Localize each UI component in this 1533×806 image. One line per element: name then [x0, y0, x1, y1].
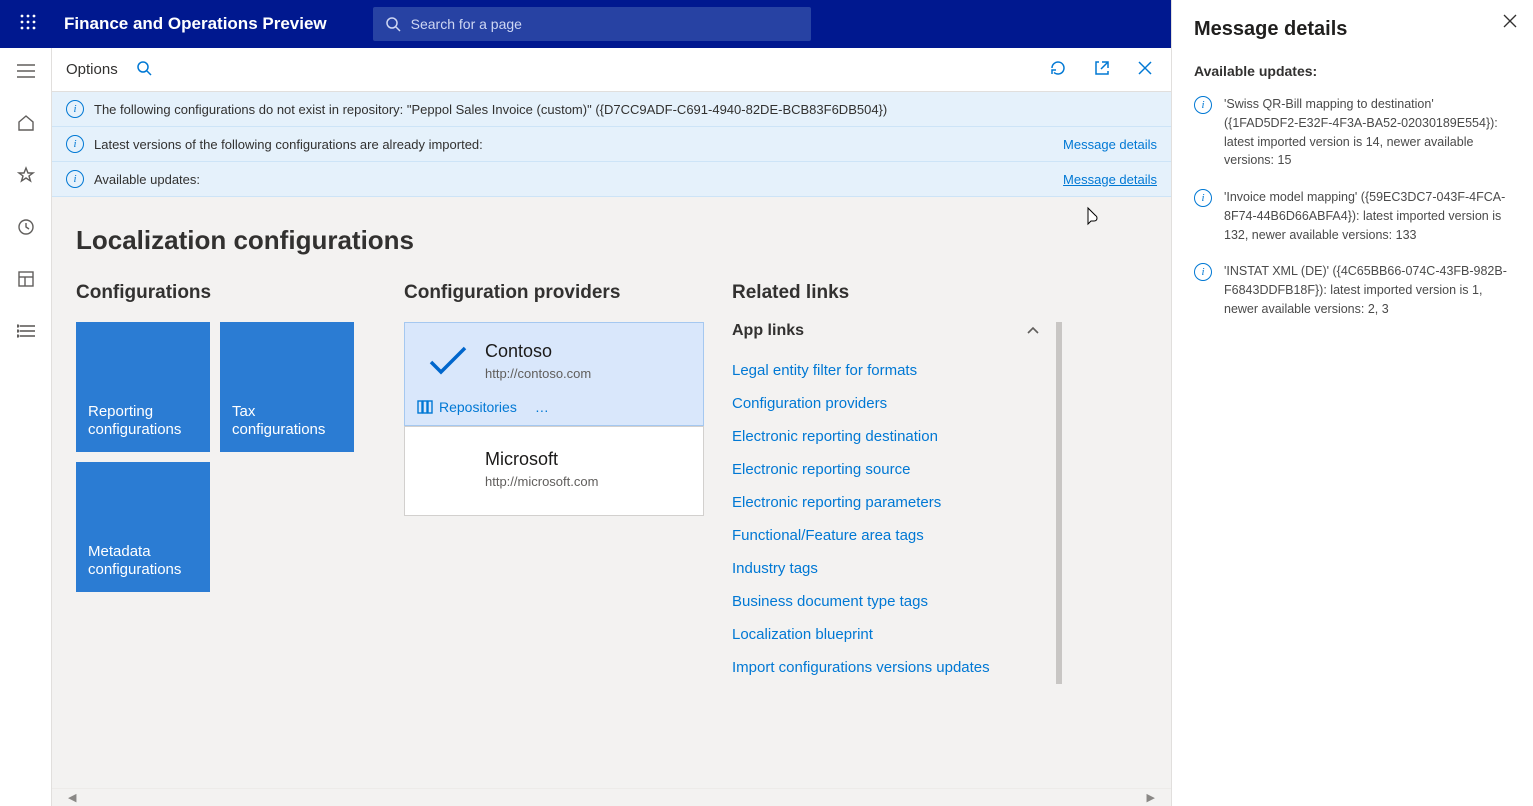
message-bar: i The following configurations do not ex…	[52, 92, 1171, 197]
info-icon: i	[66, 135, 84, 153]
app-links-header[interactable]: App links	[732, 322, 1040, 340]
check-icon	[427, 346, 467, 376]
provider-url: http://contoso.com	[485, 366, 591, 381]
tile-metadata-configurations[interactable]: Metadata configurations	[76, 462, 210, 592]
scroll-left-icon[interactable]: ◀	[68, 791, 76, 804]
page-toolbar: Options	[52, 48, 1171, 92]
tile-tax-configurations[interactable]: Tax configurations	[220, 322, 354, 452]
panel-close-icon[interactable]	[1503, 14, 1517, 32]
section-title-providers: Configuration providers	[404, 282, 704, 304]
hamburger-icon[interactable]	[6, 54, 46, 88]
provider-card-contoso[interactable]: Contoso http://contoso.com Repositories …	[404, 322, 704, 426]
section-title-related: Related links	[732, 282, 1062, 304]
link-item[interactable]: Electronic reporting destination	[732, 420, 1040, 453]
content-area: Options i The following configurations d…	[52, 48, 1171, 806]
tile-label: Tax configurations	[232, 403, 342, 441]
chevron-up-icon	[1026, 324, 1040, 338]
link-item[interactable]: Import configurations versions updates	[732, 651, 1040, 684]
repositories-label: Repositories	[439, 399, 517, 415]
search-input[interactable]: Search for a page	[373, 7, 811, 41]
providers-section: Configuration providers Contoso http://c…	[404, 282, 704, 516]
product-title: Finance and Operations Preview	[48, 14, 343, 34]
main-content: Localization configurations Configuratio…	[52, 197, 1171, 788]
message-row: i Latest versions of the following confi…	[52, 127, 1171, 162]
message-row: i Available updates: Message details	[52, 162, 1171, 197]
modules-icon[interactable]	[6, 314, 46, 348]
link-item[interactable]: Electronic reporting parameters	[732, 486, 1040, 519]
link-item[interactable]: Business document type tags	[732, 585, 1040, 618]
refresh-icon[interactable]	[1045, 55, 1071, 84]
left-nav-rail	[0, 48, 52, 806]
tile-reporting-configurations[interactable]: Reporting configurations	[76, 322, 210, 452]
favorites-icon[interactable]	[6, 158, 46, 192]
search-icon	[385, 16, 401, 32]
link-item[interactable]: Localization blueprint	[732, 618, 1040, 651]
message-details-panel: Message details Available updates: i 'Sw…	[1171, 0, 1533, 806]
repositories-icon	[417, 400, 433, 414]
info-icon: i	[66, 100, 84, 118]
message-row: i The following configurations do not ex…	[52, 92, 1171, 127]
detail-text: 'Swiss QR-Bill mapping to destination' (…	[1224, 95, 1511, 170]
close-icon[interactable]	[1133, 56, 1157, 83]
provider-name: Contoso	[485, 341, 591, 362]
options-button[interactable]: Options	[66, 61, 118, 78]
detail-item: i 'Swiss QR-Bill mapping to destination'…	[1194, 95, 1511, 170]
toolbar-search-icon[interactable]	[136, 60, 152, 79]
repositories-button[interactable]: Repositories	[417, 399, 517, 415]
detail-item: i 'Invoice model mapping' ({59EC3DC7-043…	[1194, 188, 1511, 244]
related-links-section: Related links App links Legal entity fil…	[732, 282, 1062, 684]
message-text: Latest versions of the following configu…	[94, 137, 1053, 152]
detail-item: i 'INSTAT XML (DE)' ({4C65BB66-074C-43FB…	[1194, 262, 1511, 318]
provider-url: http://microsoft.com	[485, 474, 598, 489]
tile-label: Metadata configurations	[88, 543, 198, 581]
configurations-section: Configurations Reporting configurations …	[76, 282, 376, 592]
link-item[interactable]: Electronic reporting source	[732, 453, 1040, 486]
page-title: Localization configurations	[76, 225, 1147, 256]
provider-name: Microsoft	[485, 449, 598, 470]
panel-subtitle: Available updates:	[1194, 63, 1511, 79]
link-item[interactable]: Configuration providers	[732, 387, 1040, 420]
more-actions-button[interactable]: …	[535, 399, 549, 415]
home-icon[interactable]	[6, 106, 46, 140]
info-icon: i	[1194, 96, 1212, 114]
scroll-right-icon[interactable]: ▶	[1147, 791, 1155, 804]
detail-text: 'Invoice model mapping' ({59EC3DC7-043F-…	[1224, 188, 1511, 244]
link-item[interactable]: Functional/Feature area tags	[732, 519, 1040, 552]
info-icon: i	[1194, 263, 1212, 281]
message-details-link[interactable]: Message details	[1063, 172, 1157, 187]
provider-card-microsoft[interactable]: Microsoft http://microsoft.com	[404, 426, 704, 516]
workspaces-icon[interactable]	[6, 262, 46, 296]
link-item[interactable]: Industry tags	[732, 552, 1040, 585]
message-details-link[interactable]: Message details	[1063, 137, 1157, 152]
info-icon: i	[66, 170, 84, 188]
app-links-label: App links	[732, 322, 804, 340]
message-text: The following configurations do not exis…	[94, 102, 1157, 117]
detail-text: 'INSTAT XML (DE)' ({4C65BB66-074C-43FB-9…	[1224, 262, 1511, 318]
recent-icon[interactable]	[6, 210, 46, 244]
horizontal-scrollbar[interactable]: ◀ ▶	[52, 788, 1171, 806]
section-title-configurations: Configurations	[76, 282, 376, 304]
open-new-icon[interactable]	[1089, 55, 1115, 84]
link-item[interactable]: Legal entity filter for formats	[732, 354, 1040, 387]
app-launcher-icon[interactable]	[8, 14, 48, 35]
tile-label: Reporting configurations	[88, 403, 198, 441]
info-icon: i	[1194, 189, 1212, 207]
message-text: Available updates:	[94, 172, 1053, 187]
panel-title: Message details	[1194, 18, 1511, 41]
search-placeholder: Search for a page	[411, 16, 522, 32]
